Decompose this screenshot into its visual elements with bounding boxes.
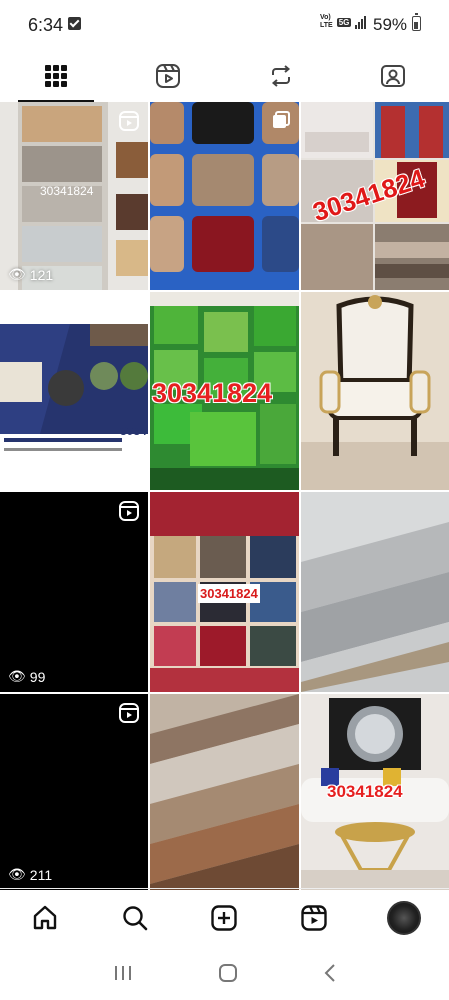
post-grid: 30341824 👁 121 30341824 3034 30341824 👁 …: [0, 102, 449, 890]
carpet-samples-image: [150, 102, 299, 290]
post-thumbnail[interactable]: [150, 694, 299, 890]
nav-create[interactable]: [180, 889, 270, 946]
bottom-navigation: [0, 888, 449, 946]
reels-icon: [301, 904, 327, 931]
view-count-value: 99: [29, 668, 46, 685]
wood-vinyl-rolls-image: [150, 694, 299, 890]
tab-reposts[interactable]: [225, 50, 337, 102]
profile-tabs: [0, 50, 449, 102]
recents-button[interactable]: [113, 964, 133, 982]
reel-badge-icon: [119, 111, 139, 131]
battery-icon: [412, 13, 421, 31]
armchair-image: [301, 292, 449, 490]
battery-percent: 59%: [373, 15, 408, 34]
tab-posts-grid[interactable]: [0, 50, 112, 102]
reel-badge-icon: [119, 703, 139, 723]
nav-home[interactable]: [0, 889, 90, 946]
lte-label: LTE: [320, 22, 333, 29]
view-count-value: 211: [29, 866, 53, 883]
post-thumbnail[interactable]: [301, 292, 449, 490]
post-thumbnail[interactable]: 3034: [0, 292, 148, 490]
volte-label: Vo): [320, 14, 331, 21]
eye-icon: 👁: [8, 266, 26, 282]
nav-profile[interactable]: [359, 889, 449, 946]
post-thumbnail[interactable]: 30341824: [301, 694, 449, 890]
status-bar: 6:34 Vo) LTE 5G 59%: [0, 0, 449, 50]
phone-number-overlay: 30341824: [198, 584, 260, 603]
carousel-badge-icon: [273, 111, 290, 128]
phone-number-overlay: 30341824: [327, 782, 403, 801]
home-icon: [33, 905, 57, 929]
tab-reels[interactable]: [112, 50, 224, 102]
arabic-banner-image: [0, 324, 148, 451]
system-navigation: [0, 946, 449, 1000]
view-count: 👁 211: [8, 866, 52, 883]
post-thumbnail[interactable]: [150, 102, 299, 290]
vinyl-rolls-image: [301, 492, 449, 692]
tab-tagged[interactable]: [337, 50, 449, 102]
post-thumbnail[interactable]: 30341824: [150, 292, 299, 490]
notification-check-icon: [68, 17, 81, 30]
post-thumbnail[interactable]: 30341824: [301, 102, 449, 290]
grid-icon: [45, 65, 68, 87]
search-icon: [122, 905, 147, 930]
post-thumbnail[interactable]: [301, 492, 449, 692]
reel-badge-icon: [119, 501, 139, 521]
network-indicator: Vo) LTE 5G: [320, 14, 367, 30]
reels-icon: [156, 64, 181, 88]
post-thumbnail[interactable]: 30341824: [150, 492, 299, 692]
view-count: 👁 99: [8, 668, 45, 685]
create-icon: [211, 904, 238, 931]
post-thumbnail[interactable]: 30341824 👁 121: [0, 102, 148, 290]
profile-avatar: [387, 900, 422, 935]
phone-number-overlay: 30341824: [40, 184, 94, 198]
view-count-value: 121: [29, 266, 54, 283]
tagged-icon: [380, 65, 405, 87]
post-thumbnail[interactable]: 👁 99: [0, 492, 148, 692]
view-count: 👁 121: [8, 266, 53, 283]
home-button[interactable]: [218, 963, 238, 983]
nav-reels[interactable]: [269, 889, 359, 946]
eye-icon: 👁: [8, 668, 26, 684]
status-time: 6:34: [28, 15, 64, 35]
signal-bars-icon: [355, 15, 367, 29]
nav-search[interactable]: [90, 889, 180, 946]
phone-number-overlay: 3034: [120, 424, 147, 438]
phone-number-overlay: 30341824: [152, 378, 273, 408]
network-gen-badge: 5G: [336, 17, 352, 27]
back-button[interactable]: [323, 963, 337, 983]
post-thumbnail[interactable]: 👁 211: [0, 694, 148, 890]
eye-icon: 👁: [8, 866, 26, 882]
reposts-icon: [271, 65, 290, 87]
